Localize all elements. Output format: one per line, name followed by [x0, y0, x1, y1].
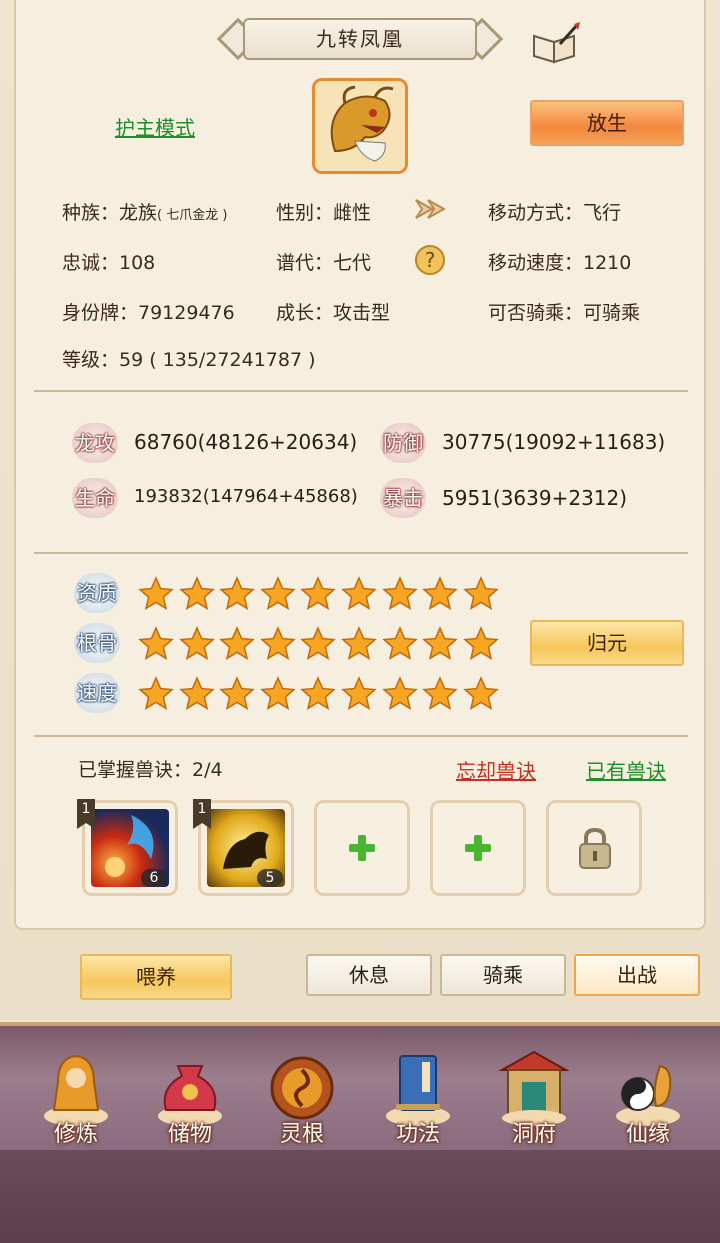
star-icon	[381, 676, 418, 710]
hp-value: 193832(147964+45868)	[134, 486, 358, 507]
nav-label: 功法	[395, 1122, 440, 1147]
nav-item-immortal-fate[interactable]: 仙缘	[598, 1026, 698, 1154]
id-tag-field: 身份牌：79129476	[62, 302, 235, 324]
growth-field: 成长：攻击型	[276, 302, 391, 324]
nav-item-storage[interactable]: 储物	[140, 1026, 240, 1154]
skill-count: 5	[257, 869, 283, 887]
feed-button[interactable]: 喂养	[80, 954, 232, 1000]
race-label: 种族：龙族	[62, 202, 158, 224]
star-icon	[138, 676, 174, 710]
reset-button[interactable]: 归元	[530, 620, 684, 666]
star-icon	[422, 676, 458, 710]
star-icon	[300, 576, 337, 610]
plus-icon	[465, 835, 491, 861]
star-icon	[300, 626, 337, 660]
pet-name-title: 九转凤凰	[243, 18, 477, 60]
nav-item-technique[interactable]: 功法	[368, 1026, 468, 1154]
star-icon	[178, 576, 215, 610]
nav-item-spirit-root[interactable]: 灵根	[252, 1026, 352, 1154]
book-quill-icon[interactable]	[530, 22, 580, 64]
talent-label-bone: 根骨	[74, 623, 120, 663]
star-icon	[381, 626, 418, 660]
defense-value: 30775(19092+11683)	[442, 430, 666, 454]
skill-slot-add-2[interactable]	[430, 800, 526, 896]
gender-swap-arrow-icon[interactable]	[412, 192, 446, 226]
mastered-skills-label: 已掌握兽诀：2/4	[78, 759, 223, 781]
forget-skill-link[interactable]: 忘却兽诀	[456, 755, 536, 784]
move-type-field: 移动方式：飞行	[488, 202, 622, 224]
move-speed-field: 移动速度：1210	[488, 252, 632, 274]
star-icon	[341, 626, 377, 660]
nav-label: 修炼	[53, 1122, 98, 1147]
skill-level-tag: 1	[77, 799, 95, 829]
star-icon	[300, 676, 337, 710]
loyalty-field: 忠诚：108	[62, 252, 156, 274]
star-icon	[381, 576, 418, 610]
bottom-strip	[0, 1150, 720, 1243]
ride-button[interactable]: 骑乘	[440, 954, 566, 996]
nav-label: 洞府	[511, 1122, 556, 1147]
battle-button[interactable]: 出战	[574, 954, 700, 996]
owned-skills-link[interactable]: 已有兽诀	[586, 755, 666, 784]
release-button[interactable]: 放生	[530, 100, 684, 146]
crit-badge: 暴击	[380, 478, 426, 518]
skill-count: 6	[141, 869, 167, 887]
nav-item-cultivate[interactable]: 修炼	[26, 1026, 126, 1154]
dragon-portrait-icon	[315, 81, 405, 171]
rideable-field: 可否骑乘：可骑乘	[488, 302, 641, 324]
star-icon	[219, 626, 255, 660]
nav-label: 仙缘	[625, 1122, 670, 1147]
bottom-nav-bar: 修炼 储物 灵根 功法 洞府 仙缘	[0, 1022, 720, 1154]
star-icon	[178, 676, 215, 710]
level-field: 等级：59 ( 135/27241787 )	[62, 349, 316, 371]
race-field: 种族：龙族( 七爪金龙 )	[62, 198, 227, 225]
skill-slot-1[interactable]: 1 6	[77, 799, 178, 896]
section-divider	[34, 552, 688, 554]
talent-label-speed: 速度	[74, 673, 120, 713]
skill-slot-add-1[interactable]	[314, 800, 410, 896]
section-divider	[34, 390, 688, 392]
star-icon	[138, 576, 174, 610]
attack-badge: 龙攻	[72, 423, 118, 463]
star-icon	[259, 626, 296, 660]
star-icon	[422, 576, 458, 610]
guardian-mode-link[interactable]: 护主模式	[115, 112, 195, 141]
attack-value: 68760(48126+20634)	[134, 430, 358, 454]
pet-avatar[interactable]	[312, 78, 408, 174]
star-icon	[422, 626, 458, 660]
skill-level-tag: 1	[193, 799, 211, 829]
section-divider	[34, 735, 688, 737]
title-banner: 九转凤凰	[215, 14, 505, 66]
star-icon	[341, 676, 377, 710]
svg-text:?: ?	[425, 248, 436, 272]
star-icon	[219, 676, 255, 710]
nav-item-cave-house[interactable]: 洞府	[484, 1026, 584, 1154]
skill-slot-locked[interactable]	[546, 800, 642, 896]
star-icon	[462, 576, 499, 610]
lock-icon	[579, 827, 611, 869]
help-question-icon[interactable]: ?	[414, 244, 446, 276]
plus-icon	[349, 835, 375, 861]
skill-slot-2[interactable]: 1 5	[193, 799, 294, 896]
star-icon	[259, 676, 296, 710]
race-sub-label: ( 七爪金龙 )	[157, 208, 228, 223]
crit-value: 5951(3639+2312)	[442, 486, 628, 510]
star-icon	[259, 576, 296, 610]
gender-field: 性别：雌性	[276, 202, 372, 224]
nav-label: 灵根	[279, 1122, 324, 1147]
star-icon	[178, 626, 215, 660]
star-icon	[138, 626, 174, 660]
hp-badge: 生命	[72, 478, 118, 518]
nav-label: 储物	[167, 1122, 212, 1147]
rest-button[interactable]: 休息	[306, 954, 432, 996]
talent-label-aptitude: 资质	[74, 573, 120, 613]
star-icon	[219, 576, 255, 610]
defense-badge: 防御	[380, 423, 426, 463]
generation-field: 谱代：七代	[276, 252, 372, 274]
star-icon	[462, 626, 499, 660]
star-icon	[341, 576, 377, 610]
star-icon	[462, 676, 499, 710]
